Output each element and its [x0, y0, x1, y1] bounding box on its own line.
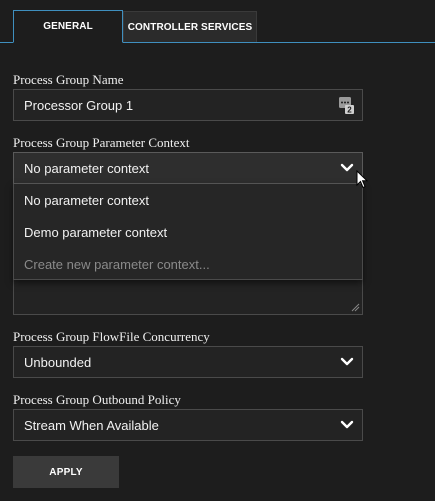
apply-button[interactable]: APPLY — [13, 456, 119, 488]
tab-general[interactable]: GENERAL — [13, 10, 123, 43]
parameter-context-label: Process Group Parameter Context — [13, 135, 190, 150]
tab-controller-services[interactable]: CONTROLLER SERVICES — [123, 11, 257, 42]
flowfile-concurrency-select[interactable]: Unbounded — [13, 346, 363, 378]
flowfile-concurrency-value: Unbounded — [24, 354, 92, 370]
option-no-parameter-context[interactable]: No parameter context — [24, 193, 149, 208]
outbound-policy-value: Stream When Available — [24, 417, 159, 433]
process-group-name-value: Processor Group 1 — [24, 97, 134, 113]
outbound-policy-label: Process Group Outbound Policy — [13, 392, 181, 407]
comments-textarea[interactable] — [13, 275, 363, 315]
option-create-new-parameter-context[interactable]: Create new parameter context... — [24, 257, 210, 272]
chevron-down-icon — [340, 420, 354, 429]
chevron-down-icon — [340, 163, 354, 172]
option-demo-parameter-context[interactable]: Demo parameter context — [24, 225, 167, 240]
outbound-policy-select[interactable]: Stream When Available — [13, 409, 363, 441]
chevron-down-icon — [340, 357, 354, 366]
parameter-reference-icon[interactable]: 2 — [338, 96, 354, 114]
parameter-context-select[interactable]: No parameter context — [13, 152, 363, 184]
svg-text:2: 2 — [347, 106, 352, 115]
parameter-context-dropdown: No parameter context Demo parameter cont… — [13, 184, 363, 280]
mouse-cursor-icon — [356, 170, 368, 189]
process-group-name-label: Process Group Name — [13, 72, 124, 87]
resize-handle-icon[interactable] — [350, 302, 360, 312]
parameter-context-value: No parameter context — [24, 160, 150, 176]
flowfile-concurrency-label: Process Group FlowFile Concurrency — [13, 329, 210, 344]
process-group-name-input[interactable]: Processor Group 1 2 — [13, 89, 363, 121]
tab-bar: GENERAL CONTROLLER SERVICES — [0, 0, 435, 43]
